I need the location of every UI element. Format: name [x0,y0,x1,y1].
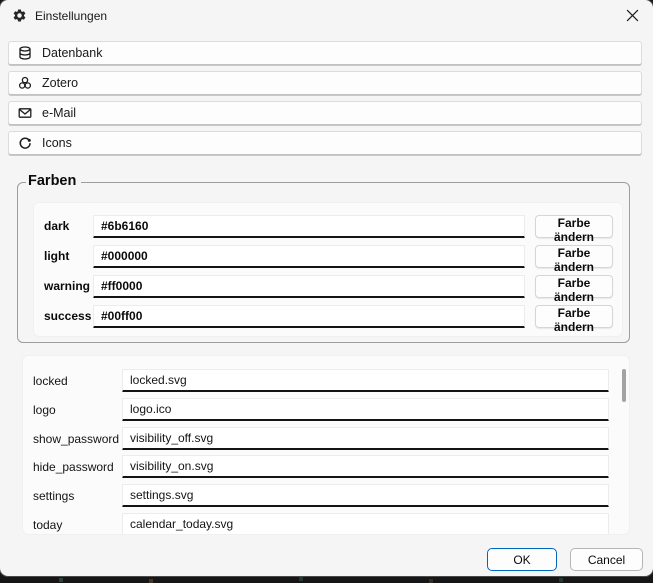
color-label: success [44,309,91,323]
farben-groupbox: Farben dark Farbe ändern light Farbe änd… [17,182,630,343]
color-row-success: success Farbe ändern [34,305,622,328]
cancel-button[interactable]: Cancel [570,548,643,571]
change-color-button-light[interactable]: Farbe ändern [535,245,613,268]
icon-file-input-show-password[interactable] [122,427,609,450]
icon-file-row-logo: logo [23,398,629,421]
icon-file-row-hide-password: hide_password [23,455,629,478]
icon-file-row-locked: locked [23,369,629,392]
window-title: Einstellungen [35,9,107,23]
database-icon [18,46,32,60]
icon-file-label: hide_password [33,460,114,474]
icon-file-row-settings: settings [23,484,629,507]
icon-file-row-today: today [23,513,629,535]
icon-file-input-settings[interactable] [122,484,609,507]
icon-file-input-hide-password[interactable] [122,455,609,478]
section-header-datenbank[interactable]: Datenbank [8,41,642,65]
icon-file-label: settings [33,489,74,503]
color-row-light: light Farbe ändern [34,245,622,268]
icon-file-label: show_password [33,432,119,446]
section-label: Icons [42,136,72,150]
icon-file-label: locked [33,374,68,388]
titlebar: Einstellungen [0,0,653,32]
color-row-dark: dark Farbe ändern [34,215,622,238]
section-header-zotero[interactable]: Zotero [8,71,642,95]
section-header-icons[interactable]: Icons [8,131,642,155]
zotero-icon [18,76,32,90]
color-row-warning: warning Farbe ändern [34,275,622,298]
color-value-input-warning[interactable] [93,275,525,298]
icon-files-panel: locked logo show_password hide_password … [22,355,630,535]
color-value-input-dark[interactable] [93,215,525,238]
icon-file-label: logo [33,403,56,417]
icon-file-input-today[interactable] [122,513,609,535]
icon-file-row-show-password: show_password [23,427,629,450]
refresh-icon [18,136,32,150]
section-header-email[interactable]: e-Mail [8,101,642,125]
mail-icon [18,106,32,120]
section-label: e-Mail [42,106,76,120]
color-value-input-success[interactable] [93,305,525,328]
change-color-button-success[interactable]: Farbe ändern [535,305,613,328]
gear-icon [12,8,27,23]
icon-file-input-logo[interactable] [122,398,609,421]
icon-file-label: today [33,518,62,532]
color-label: dark [44,219,69,233]
section-label: Zotero [42,76,78,90]
section-label: Datenbank [42,46,102,60]
close-button[interactable] [611,0,653,31]
scrollbar-thumb[interactable] [622,369,626,402]
color-value-input-light[interactable] [93,245,525,268]
icon-file-input-locked[interactable] [122,369,609,392]
color-label: warning [44,279,90,293]
change-color-button-warning[interactable]: Farbe ändern [535,275,613,298]
color-label: light [44,249,69,263]
close-icon [626,9,639,22]
farben-panel: dark Farbe ändern light Farbe ändern war… [33,202,623,337]
ok-button[interactable]: OK [487,548,557,571]
farben-group-title: Farben [26,173,81,189]
settings-dialog: Einstellungen Datenbank Zotero [0,0,653,576]
change-color-button-dark[interactable]: Farbe ändern [535,215,613,238]
